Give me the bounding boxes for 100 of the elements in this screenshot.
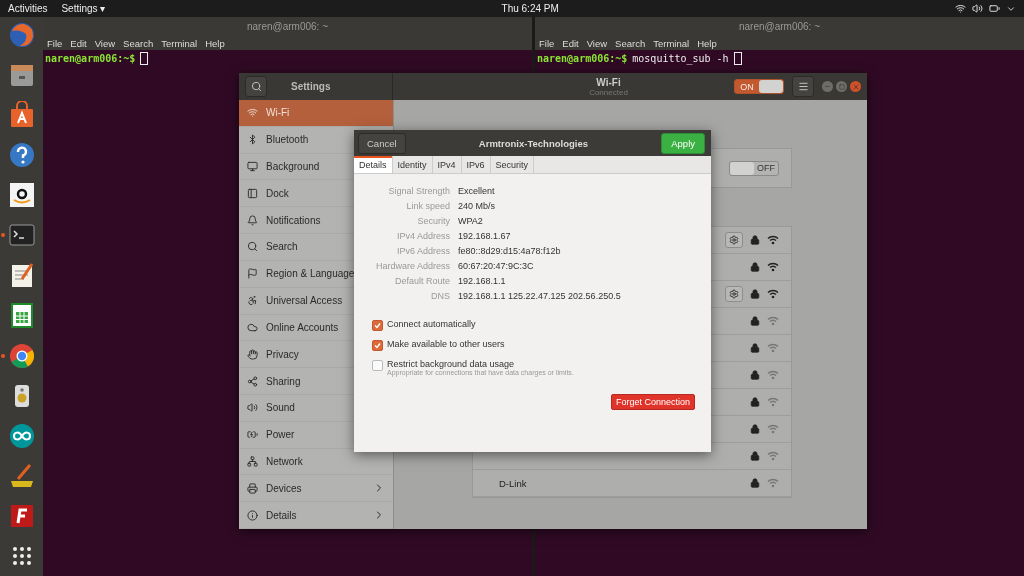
settings-button[interactable] <box>725 286 743 302</box>
flag-icon <box>247 268 258 280</box>
command-text: mosquitto_sub -h <box>632 53 729 64</box>
info-icon <box>247 509 258 521</box>
bluetooth-icon <box>247 134 258 146</box>
bell-icon <box>247 214 258 226</box>
gear-icon <box>729 235 739 245</box>
lock-icon <box>750 316 760 326</box>
detail-value: 192.168.1.67 <box>458 231 512 241</box>
menu-item[interactable]: File <box>47 37 63 49</box>
detail-label: DNS <box>430 291 450 301</box>
close-button[interactable] <box>850 81 861 92</box>
detail-label: Default Route <box>393 276 450 286</box>
search-button[interactable] <box>245 76 267 97</box>
detail-value: fe80::8d29:d15:4a78:f12b <box>458 246 562 256</box>
volume-icon[interactable] <box>972 3 983 14</box>
browser-icon[interactable] <box>7 21 36 49</box>
checkbox[interactable] <box>372 360 383 371</box>
lock-icon <box>750 424 760 434</box>
speaker-icon <box>247 402 258 414</box>
sidebar-item[interactable]: Wi-Fi <box>239 100 393 127</box>
menu-button[interactable] <box>792 76 814 97</box>
checkbox[interactable] <box>372 340 383 351</box>
shell-prompt: naren@arm006:~$ <box>45 53 136 64</box>
detail-value: Excellent <box>458 186 496 196</box>
detail-label: Security <box>416 216 450 226</box>
help-icon[interactable] <box>7 141 36 170</box>
lock-icon <box>750 397 760 407</box>
menu-item[interactable]: Help <box>697 37 717 49</box>
search-icon <box>247 241 258 253</box>
tab[interactable]: IPv4 <box>432 156 462 173</box>
monitor-icon <box>247 161 258 173</box>
printer-icon <box>247 482 258 494</box>
detail-label: Link speed <box>405 201 450 211</box>
menu-item[interactable]: Terminal <box>653 37 690 49</box>
text-cursor <box>733 52 742 65</box>
battery-icon[interactable] <box>989 3 1000 14</box>
menu-item[interactable]: Edit <box>70 37 87 49</box>
close-icon <box>851 82 860 91</box>
menu-icon <box>797 81 809 92</box>
battery-icon <box>247 429 258 441</box>
window-title: Settings <box>291 81 331 92</box>
cloud-icon <box>247 321 258 333</box>
gear-icon <box>729 289 739 299</box>
search-icon <box>250 81 262 92</box>
wifi-icon[interactable] <box>955 3 966 14</box>
detail-label: IPv6 Address <box>395 246 450 256</box>
tab[interactable]: Details <box>354 156 393 173</box>
panel-icon <box>247 187 258 199</box>
round-logo-icon[interactable] <box>7 341 36 370</box>
lock-icon <box>750 235 760 245</box>
wifi-icon <box>247 107 258 119</box>
menu-item[interactable]: Edit <box>562 37 579 49</box>
menu-item[interactable]: Help <box>205 37 225 49</box>
detail-value: WPA2 <box>458 216 484 226</box>
hand-icon <box>247 348 258 360</box>
checkbox[interactable] <box>372 320 383 331</box>
app-menu[interactable]: Settings ▾ <box>61 3 106 14</box>
tab[interactable]: Identity <box>392 156 433 173</box>
lock-icon <box>750 262 760 272</box>
menu-item[interactable]: Search <box>123 37 154 49</box>
text-cursor <box>140 52 149 65</box>
dialog-title: Armtronix-Technologies <box>477 137 589 149</box>
sidebar-item[interactable]: Details <box>239 502 393 529</box>
settings-button[interactable] <box>725 232 743 248</box>
panel-title: Wi-Fi <box>596 76 621 88</box>
lock-icon <box>750 370 760 380</box>
wifi-switch[interactable]: ON <box>734 79 784 94</box>
menu-item[interactable]: Terminal <box>161 37 198 49</box>
detail-value: 192.168.1.1 125.22.47.125 202.56.250.5 <box>458 291 622 301</box>
share-icon <box>247 375 258 387</box>
accessibility-icon <box>247 295 258 307</box>
menu-item[interactable]: View <box>586 37 608 49</box>
cancel-button[interactable]: Cancel <box>358 132 406 154</box>
forget-button[interactable]: Forget Connection <box>610 394 695 410</box>
menu-item[interactable]: View <box>94 37 116 49</box>
window-title: naren@arm006: ~ <box>739 21 820 32</box>
network-row[interactable]: D-Link <box>473 470 791 497</box>
infinity-icon[interactable] <box>7 421 36 450</box>
airplane-switch[interactable]: OFF <box>729 160 779 176</box>
menu-item[interactable]: Search <box>615 37 646 49</box>
tab[interactable]: Security <box>490 156 535 173</box>
sidebar-item[interactable]: Devices <box>239 475 393 503</box>
detail-value: 240 Mb/s <box>458 201 497 211</box>
tab[interactable]: IPv6 <box>461 156 491 173</box>
menu-item[interactable]: File <box>539 37 555 49</box>
network-icon <box>247 455 258 467</box>
minimize-icon <box>824 83 831 90</box>
maximize-icon <box>838 83 845 90</box>
lock-icon <box>750 451 760 461</box>
clock[interactable]: Thu 6:24 PM <box>501 3 559 14</box>
detail-label: IPv4 Address <box>395 231 450 241</box>
shell-prompt: naren@arm006:~$ <box>537 53 628 64</box>
lock-icon <box>750 289 760 299</box>
activities-button[interactable]: Activities <box>8 3 48 14</box>
detail-value: 60:67:20:47:9C:3C <box>458 261 535 271</box>
window-title: naren@arm006: ~ <box>247 21 328 32</box>
detail-value: 192.168.1.1 <box>458 276 507 286</box>
lock-icon <box>750 343 760 353</box>
lock-icon <box>750 478 760 488</box>
